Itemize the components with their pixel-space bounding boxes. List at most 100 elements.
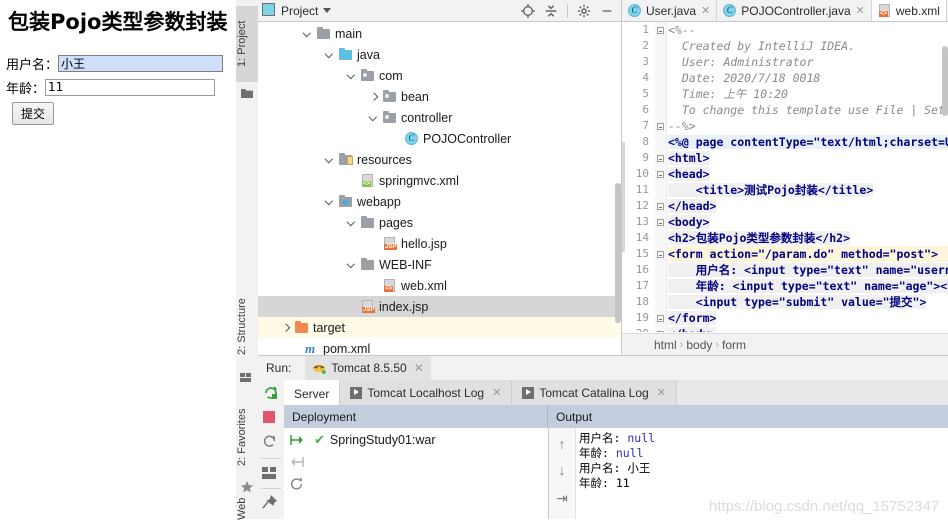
tool-button-structure[interactable]: 2: Structure (236, 285, 258, 369)
structure-icon (240, 372, 254, 386)
java-class-icon: C (628, 3, 642, 18)
tree-item-controller[interactable]: controller (258, 107, 621, 128)
fold-marker[interactable] (657, 219, 664, 226)
fold-marker[interactable] (657, 251, 664, 258)
line-number: 19 (635, 311, 649, 324)
rerun-icon[interactable] (262, 384, 280, 402)
tree-item-label: pom.xml (323, 341, 371, 356)
code-line: Created by IntelliJ IDEA. (668, 39, 855, 53)
breadcrumb-item-form[interactable]: form (722, 338, 746, 352)
tree-item-pom-xml[interactable]: m pom.xml (258, 338, 621, 355)
tab-label: web.xml (895, 3, 940, 18)
breadcrumb-item-body[interactable]: body (686, 338, 712, 352)
code-folding-gutter[interactable] (655, 22, 667, 332)
collapse-all-icon[interactable] (544, 4, 558, 18)
tool-button-project[interactable]: 1: Project (236, 6, 258, 82)
minimize-icon[interactable] (600, 4, 614, 18)
tab-tomcat-catalina-log[interactable]: Tomcat Catalina Log ✕ (512, 380, 677, 405)
tree-item-label: bean (401, 89, 429, 104)
tree-item-pages[interactable]: pages (258, 212, 621, 233)
soft-wrap-icon[interactable]: ⇥ (554, 490, 570, 506)
project-panel-header: Project (258, 0, 621, 22)
chevron-down-icon[interactable] (346, 217, 358, 229)
tree-item-label: WEB-INF (379, 257, 432, 272)
tree-item-resources[interactable]: resources (258, 149, 621, 170)
tree-item-web-xml[interactable]: <> web.xml (258, 275, 621, 296)
tab-web-xml[interactable]: <> web.xml (871, 0, 947, 21)
xml-file-icon: <> (878, 3, 892, 18)
arrow-down-icon[interactable]: ↓ (554, 462, 570, 478)
close-icon[interactable]: ✕ (701, 4, 710, 17)
tool-button-favorites[interactable]: 2: Favorites (236, 396, 258, 478)
tree-item-web-inf[interactable]: WEB-INF (258, 254, 621, 275)
deploy-icon[interactable] (289, 432, 305, 451)
console-output: 用户名: null 年龄: null 用户名: 小王 年龄: 11 https:… (579, 431, 948, 519)
chevron-right-icon[interactable] (368, 91, 380, 103)
project-window-icon (262, 2, 275, 19)
redeploy-icon[interactable] (289, 476, 305, 495)
fold-marker[interactable] (657, 155, 664, 162)
restart-icon[interactable] (262, 434, 280, 452)
fold-marker[interactable] (657, 171, 664, 178)
project-tree-scrollbar[interactable] (615, 183, 621, 323)
arrow-up-icon[interactable]: ↑ (554, 436, 570, 452)
username-input[interactable] (58, 54, 224, 72)
tree-item-bean[interactable]: bean (258, 86, 621, 107)
tree-item-webapp[interactable]: webapp (258, 191, 621, 212)
deployment-row[interactable]: ✔ SpringStudy01:war (314, 432, 436, 448)
breadcrumb-separator-icon: › (679, 338, 684, 351)
chevron-down-icon[interactable] (346, 70, 358, 82)
tree-item-main[interactable]: main (258, 23, 621, 44)
tree-item-com[interactable]: com (258, 65, 621, 86)
chevron-down-icon[interactable] (323, 8, 332, 13)
locate-icon[interactable] (521, 3, 535, 18)
chevron-down-icon[interactable] (324, 154, 336, 166)
age-row: 年龄： (6, 76, 236, 98)
undeploy-icon[interactable] (289, 454, 305, 473)
breadcrumb-item-html[interactable]: html (654, 338, 677, 352)
submit-button[interactable]: 提交 (12, 101, 55, 125)
run-configuration-tab[interactable]: Tomcat 8.5.50 ✕ (305, 356, 431, 380)
chevron-down-icon[interactable] (346, 259, 358, 271)
chevron-down-icon[interactable] (302, 28, 314, 40)
close-icon[interactable]: ✕ (657, 386, 666, 399)
close-icon[interactable]: ✕ (414, 361, 424, 375)
output-toolbar: ↑ ↓ ⇥ (549, 428, 576, 519)
close-icon[interactable]: ✕ (856, 4, 865, 17)
tree-item-springmvc-xml[interactable]: <> springmvc.xml (258, 170, 621, 191)
tab-pojocontroller-java[interactable]: C POJOController.java ✕ (717, 0, 872, 21)
stop-icon[interactable] (262, 410, 280, 428)
tree-item-label: com (379, 68, 403, 83)
tree-item-index-jsp[interactable]: JSP index.jsp (258, 296, 621, 317)
code-editor[interactable]: 1 2 3 4 5 6 7 8 9 10 11 12 13 14 15 16 1 (622, 22, 948, 332)
tree-item-target[interactable]: target (258, 317, 621, 338)
close-icon[interactable]: ✕ (492, 386, 501, 399)
tab-label: Tomcat Localhost Log (367, 385, 485, 400)
chevron-down-icon[interactable] (324, 196, 336, 208)
fold-marker[interactable] (657, 315, 664, 322)
fold-marker[interactable] (657, 123, 664, 130)
gear-icon[interactable] (577, 4, 591, 18)
pin-icon[interactable] (262, 494, 280, 512)
editor-scrollbar[interactable] (942, 46, 948, 116)
code-line: <%@ page contentType="text/html;charset=… (668, 135, 948, 149)
code-line: Date: 2020/7/18 0018 (668, 71, 821, 85)
age-input[interactable] (45, 78, 216, 96)
chevron-down-icon[interactable] (324, 49, 336, 61)
tab-user-java[interactable]: C User.java ✕ (622, 0, 718, 21)
fold-marker[interactable] (657, 27, 664, 34)
layout-icon[interactable] (262, 466, 280, 484)
fold-marker[interactable] (657, 331, 664, 332)
project-tree[interactable]: main java com bean controller C POJOCont… (258, 23, 621, 355)
tab-server[interactable]: Server (284, 380, 341, 405)
tree-item-java[interactable]: java (258, 44, 621, 65)
chevron-right-icon[interactable] (280, 322, 292, 334)
line-number: 20 (622, 326, 654, 332)
chevron-down-icon[interactable] (368, 112, 380, 124)
fold-marker[interactable] (657, 203, 664, 210)
tree-item-pojocontroller[interactable]: C POJOController (258, 128, 621, 149)
tool-button-web[interactable]: Web (236, 498, 258, 524)
tree-item-hello-jsp[interactable]: JSP hello.jsp (258, 233, 621, 254)
tab-tomcat-localhost-log[interactable]: Tomcat Localhost Log ✕ (340, 380, 513, 405)
code-lines[interactable]: <%-- Created by IntelliJ IDEA. User: Adm… (668, 22, 948, 332)
